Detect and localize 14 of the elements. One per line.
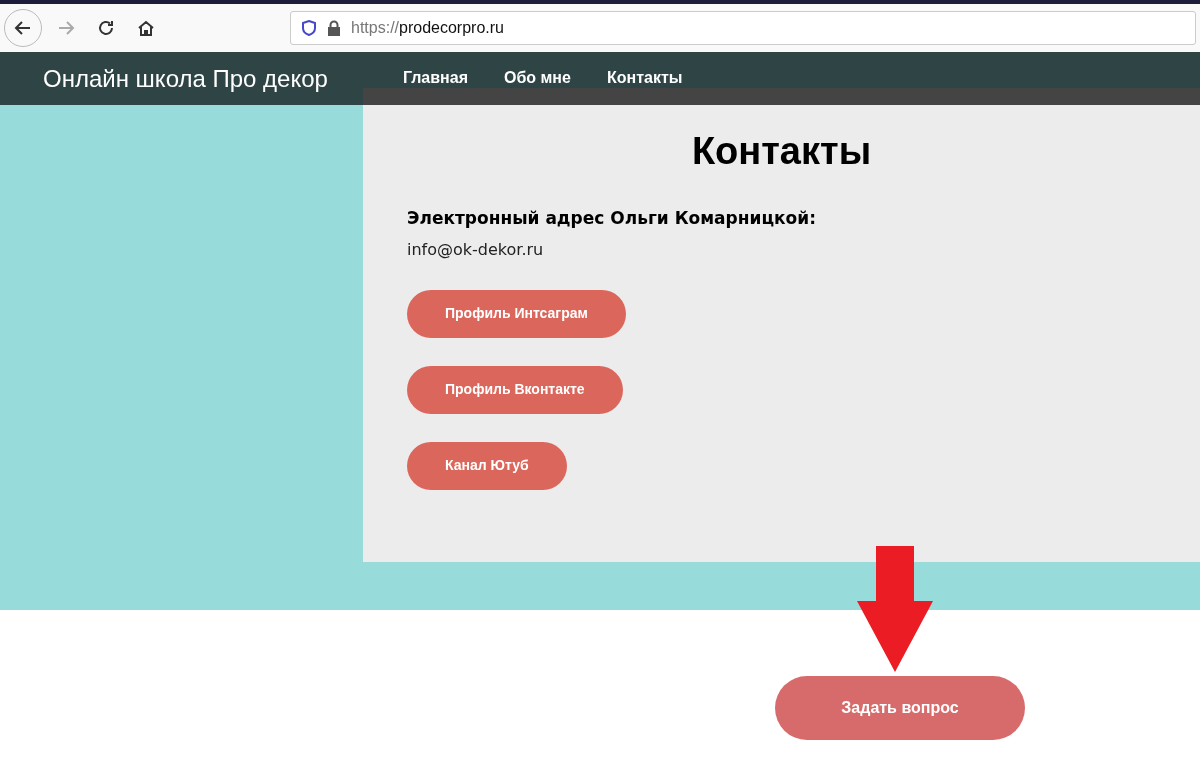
arrow-down-icon: [857, 546, 933, 672]
contacts-heading: Контакты: [690, 129, 873, 174]
address-bar[interactable]: https://prodecorpro.ru: [290, 11, 1196, 45]
home-icon: [137, 19, 155, 37]
email-text: info@ok-dekor.ru: [407, 238, 544, 261]
nav-link[interactable]: Контакты: [606, 65, 683, 90]
shield-icon: [301, 20, 317, 36]
nav-link[interactable]: Главная: [402, 65, 468, 90]
lock-icon: [327, 20, 341, 36]
email-label: Электронный адрес Ольги Комарницкой:: [407, 207, 816, 230]
reload-icon: [97, 19, 115, 37]
url-text: https://prodecorpro.ru: [351, 18, 504, 38]
site-title: Онлайн школа Про декор: [43, 63, 328, 94]
nav-link[interactable]: Обо мне: [504, 65, 571, 90]
